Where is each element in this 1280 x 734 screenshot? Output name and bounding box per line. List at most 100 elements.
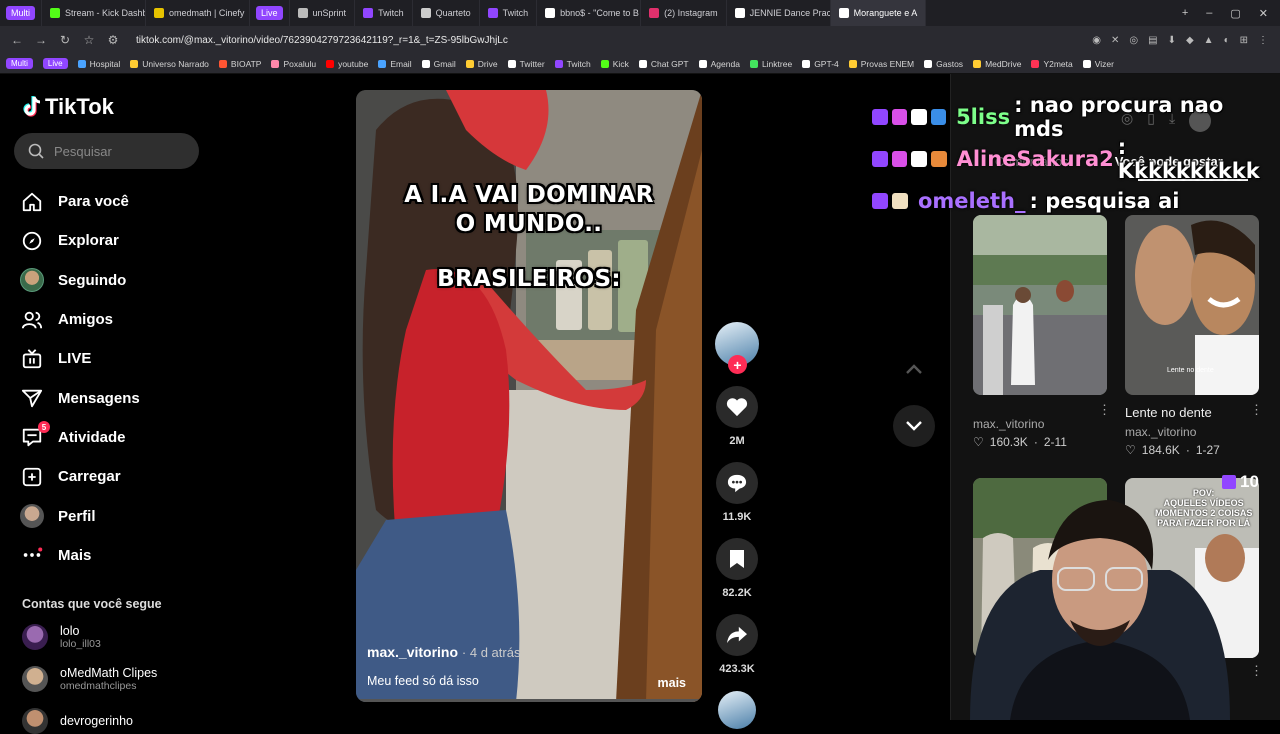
recommended-video-card[interactable]: max._vitorino ♡ 160.3K · 2-11 ⋮ (973, 215, 1111, 449)
extension-icon[interactable]: ◉ (1092, 35, 1101, 46)
nav-item-mais[interactable]: Mais (20, 536, 200, 575)
reload-icon[interactable]: ↻ (58, 33, 72, 47)
nav-item-seguindo[interactable]: Seguindo (20, 261, 200, 300)
browser-tab[interactable]: Quarteto (413, 0, 480, 26)
video-more-button[interactable]: mais (658, 676, 687, 690)
recommended-video-card[interactable]: Lente no dente Lente no dente max._vitor… (1125, 215, 1263, 457)
extension-icon[interactable]: ⊞ (1240, 35, 1248, 46)
bookmark-item[interactable]: Gmail (421, 59, 456, 69)
bookmark-item[interactable]: Kick (600, 59, 629, 69)
profile-avatar-icon (20, 504, 44, 529)
menu-icon[interactable]: ⋮ (1258, 35, 1268, 46)
bookmark-item[interactable]: MedDrive (973, 59, 1021, 69)
extension-icon[interactable]: ✕ (1111, 35, 1119, 46)
extension-icon[interactable]: ▲ (1204, 35, 1214, 46)
card-author[interactable]: max._vitorino (1125, 425, 1259, 439)
bookmark-item[interactable]: Twitter (507, 59, 545, 69)
extension-icon[interactable]: ◐ (1224, 35, 1230, 46)
bookmark-item[interactable]: BIOATP (218, 59, 261, 69)
video-description: Meu feed só dá isso (367, 674, 479, 688)
bookmark-item[interactable]: Y2meta (1031, 59, 1073, 69)
bookmark-item[interactable]: Chat GPT (638, 59, 689, 69)
nav-item-atividade[interactable]: 5 Atividade (20, 418, 200, 457)
site-info-icon[interactable]: ⚙ (106, 33, 120, 47)
card-author[interactable]: max._vitorino (973, 417, 1107, 431)
extension-icon[interactable]: ⬇ (1168, 35, 1176, 46)
bookmark-item[interactable]: Poxalulu (271, 59, 316, 69)
video-thumbnail[interactable]: Lente no dente (1125, 215, 1259, 395)
browser-tab[interactable]: Multi (0, 0, 43, 26)
extension-icon[interactable]: ▤ (1148, 35, 1157, 46)
following-account[interactable]: devrogerinho (22, 708, 133, 734)
share-arrow-icon (727, 626, 747, 644)
browser-tab[interactable]: Twitch (355, 0, 413, 26)
tiktok-logo[interactable]: TikTok (22, 94, 114, 120)
video-thumbnail[interactable] (973, 215, 1107, 395)
card-menu-icon[interactable]: ⋮ (1250, 402, 1263, 418)
nav-item-perfil[interactable]: Perfil (20, 496, 200, 535)
extension-icon[interactable]: ◆ (1186, 35, 1194, 46)
chevron-down-icon (906, 421, 922, 431)
video-progress-bar[interactable] (356, 699, 702, 702)
browser-tab[interactable]: bbno$ - "Come to B (537, 0, 642, 26)
bookmark-item[interactable]: Linktree (749, 59, 792, 69)
search-input[interactable]: Pesquisar (14, 133, 199, 169)
bookmark-item[interactable]: Agenda (698, 59, 740, 69)
creator-avatar[interactable]: + (715, 322, 759, 374)
browser-tab[interactable]: unSprint (290, 0, 356, 26)
browser-tab[interactable]: Moranguete e A (830, 0, 927, 26)
follow-plus-icon[interactable]: + (728, 355, 747, 374)
bookmark-item[interactable]: Live (42, 58, 68, 69)
following-account[interactable]: oMedMath Clipes omedmathclipes (22, 666, 157, 692)
bookmark-item[interactable]: Email (378, 59, 412, 69)
url-field[interactable]: tiktok.com/@max._vitorino/video/76239042… (136, 35, 508, 46)
comment-button[interactable] (716, 462, 758, 504)
browser-tab[interactable]: Twitch (480, 0, 538, 26)
share-button[interactable] (716, 614, 758, 656)
bookmark-item[interactable]: Provas ENEM (848, 59, 914, 69)
music-disc-avatar[interactable] (718, 691, 756, 729)
following-account-name: oMedMath Clipes (60, 666, 158, 680)
bookmark-item[interactable]: Twitch (554, 59, 591, 69)
back-icon[interactable]: ← (10, 33, 24, 47)
video-player[interactable]: A I.A VAI DOMINAR O MUNDO.. BRASILEIROS:… (356, 90, 702, 702)
nav-item-carregar[interactable]: Carregar (20, 457, 200, 496)
nav-item-mensagens[interactable]: Mensagens (20, 378, 200, 417)
bookmark-item[interactable]: Hospital (77, 59, 120, 69)
nav-item-amigos[interactable]: Amigos (20, 300, 200, 339)
minimize-icon[interactable]: – (1206, 7, 1212, 20)
bookmark-item[interactable]: Multi (6, 58, 33, 69)
maximize-icon[interactable]: ▢ (1230, 7, 1240, 20)
video-author[interactable]: max._vitorino · 4 d atrás (367, 644, 520, 660)
extension-icon[interactable]: ◎ (1129, 35, 1138, 46)
browser-tab[interactable]: (2) Instagram (641, 0, 727, 26)
nav-item-explorar[interactable]: Explorar (20, 221, 200, 260)
following-account[interactable]: lolo lolo_ill03 (22, 624, 101, 650)
browser-tab[interactable]: omedmath | Cinefy (146, 0, 251, 26)
next-video-button[interactable] (893, 405, 935, 447)
chat-badge-icon (872, 151, 888, 167)
previous-video-button[interactable] (893, 348, 935, 390)
bookmark-favicon-icon (507, 59, 516, 68)
bookmark-item[interactable]: Universo Narrado (130, 59, 209, 69)
forward-icon[interactable]: → (34, 33, 48, 47)
like-button[interactable] (716, 386, 758, 428)
bookmark-item[interactable]: Drive (465, 58, 498, 69)
bookmark-label: Drive (477, 58, 498, 69)
bookmark-item[interactable]: Gastos (924, 59, 963, 69)
chat-message: 5liss: nao procura nao mds (872, 93, 1272, 141)
bookmark-icon[interactable]: ☆ (82, 33, 96, 47)
browser-tab[interactable]: JENNIE Dance Practi (727, 0, 831, 26)
nav-item-para-voc-[interactable]: Para você (20, 182, 200, 221)
nav-item-live[interactable]: LIVE (20, 339, 200, 378)
save-button[interactable] (716, 538, 758, 580)
new-tab-icon[interactable]: + (1182, 7, 1188, 20)
browser-tab[interactable]: Stream - Kick Dashb (42, 0, 147, 26)
bookmark-item[interactable]: Vizer (1082, 59, 1114, 69)
close-window-icon[interactable]: ✕ (1259, 7, 1268, 20)
bookmark-item[interactable]: GPT-4 (802, 59, 839, 69)
bookmark-item[interactable]: youtube (326, 59, 368, 69)
card-menu-icon[interactable]: ⋮ (1098, 402, 1111, 418)
video-author-name[interactable]: max._vitorino (367, 644, 458, 660)
browser-tab[interactable]: Live (250, 0, 290, 26)
